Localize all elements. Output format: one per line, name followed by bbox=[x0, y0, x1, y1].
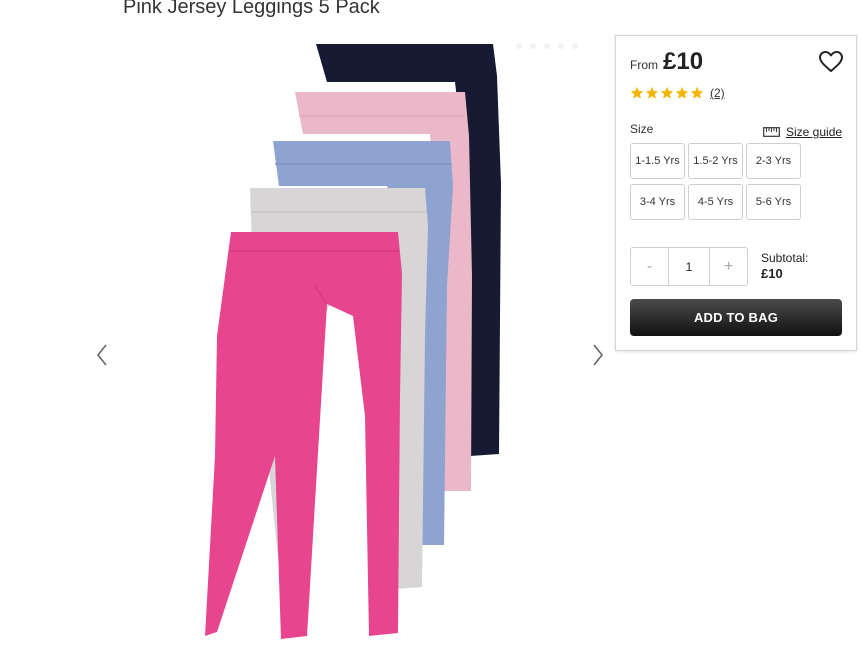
subtotal-label: Subtotal: bbox=[761, 251, 809, 265]
purchase-panel: From £10 (2) Size Size guide 1-1.5 Yrs 1… bbox=[615, 35, 857, 351]
quantity-input[interactable]: 1 bbox=[668, 248, 710, 285]
previous-image-button[interactable] bbox=[92, 340, 112, 370]
review-count-link[interactable]: (2) bbox=[710, 86, 725, 100]
star-icon bbox=[645, 86, 659, 99]
quantity-decrease-button[interactable]: - bbox=[631, 248, 668, 285]
star-icon bbox=[660, 86, 674, 99]
chevron-right-icon bbox=[593, 344, 604, 366]
leggings-5-pack-image bbox=[205, 44, 501, 639]
size-options: 1-1.5 Yrs 1.5-2 Yrs 2-3 Yrs 3-4 Yrs 4-5 … bbox=[630, 143, 801, 220]
quantity-stepper: - 1 + bbox=[630, 247, 748, 286]
carousel-dot[interactable] bbox=[558, 43, 564, 49]
size-guide-link[interactable]: Size guide bbox=[763, 125, 842, 139]
carousel-dot[interactable] bbox=[572, 43, 578, 49]
star-icon bbox=[675, 86, 689, 99]
favorite-button[interactable] bbox=[818, 50, 844, 74]
price-value: £10 bbox=[663, 48, 704, 75]
heart-icon bbox=[819, 51, 843, 72]
size-option-4-5-yrs[interactable]: 4-5 Yrs bbox=[688, 184, 743, 220]
star-rating: (2) bbox=[630, 86, 725, 100]
price: From £10 bbox=[630, 48, 703, 76]
size-option-1-1.5-yrs[interactable]: 1-1.5 Yrs bbox=[630, 143, 685, 179]
star-icon bbox=[630, 86, 644, 99]
size-label: Size bbox=[630, 122, 654, 136]
add-to-bag-button[interactable]: ADD TO BAG bbox=[630, 299, 842, 336]
subtotal: Subtotal: £10 bbox=[761, 250, 808, 282]
ruler-icon bbox=[763, 127, 780, 137]
carousel-dot[interactable] bbox=[530, 43, 536, 49]
size-option-3-4-yrs[interactable]: 3-4 Yrs bbox=[630, 184, 685, 220]
product-image-gallery bbox=[95, 36, 615, 652]
product-title: Pink Jersey Leggings 5 Pack bbox=[123, 0, 380, 18]
next-image-button[interactable] bbox=[588, 340, 608, 370]
subtotal-value: £10 bbox=[761, 266, 783, 281]
price-from-label: From bbox=[630, 58, 658, 72]
size-guide-label: Size guide bbox=[786, 125, 843, 139]
chevron-left-icon bbox=[96, 344, 107, 366]
carousel-dots bbox=[516, 43, 578, 49]
carousel-dot[interactable] bbox=[516, 43, 522, 49]
quantity-increase-button[interactable]: + bbox=[710, 248, 747, 285]
size-option-1.5-2-yrs[interactable]: 1.5-2 Yrs bbox=[688, 143, 743, 179]
size-option-5-6-yrs[interactable]: 5-6 Yrs bbox=[746, 184, 801, 220]
carousel-dot[interactable] bbox=[544, 43, 550, 49]
star-icon bbox=[690, 86, 704, 99]
size-option-2-3-yrs[interactable]: 2-3 Yrs bbox=[746, 143, 801, 179]
